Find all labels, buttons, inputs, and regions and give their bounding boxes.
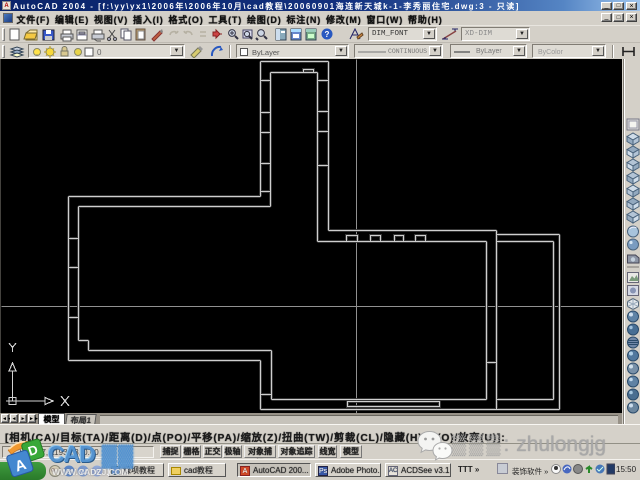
svg-text:0: 0 — [97, 48, 102, 57]
svg-text:?: ? — [325, 30, 330, 39]
